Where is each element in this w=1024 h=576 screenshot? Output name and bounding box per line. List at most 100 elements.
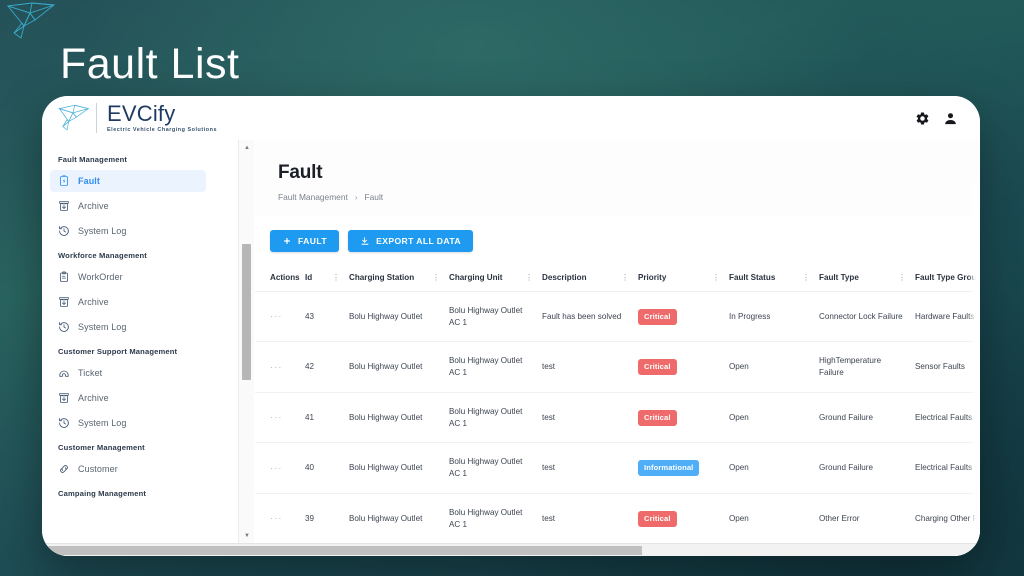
row-actions-menu-icon[interactable]: ··· <box>270 362 283 372</box>
cell-actions: ··· <box>255 492 305 544</box>
scroll-down-arrow-icon[interactable]: ▼ <box>239 529 255 543</box>
row-actions-menu-icon[interactable]: ··· <box>270 412 283 422</box>
link-chain-icon <box>60 465 68 473</box>
cell-charging-unit: Bolu Highway Outlet AC 1 <box>449 290 542 342</box>
column-resize-handle-icon[interactable]: ⋮ <box>898 273 906 282</box>
cell-id: 41 <box>305 391 349 443</box>
column-header-charging-station[interactable]: Charging Station ⋮ <box>349 269 449 292</box>
table-row[interactable]: ··· 43 Bolu Highway Outlet Bolu Highway Out… <box>255 290 980 342</box>
add-fault-button-label: FAULT <box>298 236 328 246</box>
cell-description: test <box>542 391 638 443</box>
cell-fault-status: In Progress <box>729 290 819 342</box>
cell-charging-station: Bolu Highway Outlet <box>349 492 449 544</box>
column-header-actions[interactable]: Actions <box>255 269 305 292</box>
archive-box-icon <box>59 393 69 403</box>
sidebar-item-system-log[interactable]: System Log <box>50 220 206 242</box>
sidebar-item-archive[interactable]: Archive <box>50 291 206 313</box>
sidebar-item-label: System Log <box>78 226 127 236</box>
cell-id: 43 <box>305 290 349 342</box>
sidebar-item-system-log[interactable]: System Log <box>50 316 206 338</box>
column-resize-handle-icon[interactable]: ⋮ <box>525 273 533 282</box>
row-actions-menu-icon[interactable]: ··· <box>270 311 283 321</box>
sidebar-item-label: Customer <box>78 464 118 474</box>
content-page-title: Fault <box>278 162 323 183</box>
column-header-priority[interactable]: Priority ⋮ <box>638 269 729 292</box>
column-resize-handle-icon[interactable]: ⋮ <box>712 273 720 282</box>
scroll-up-arrow-icon[interactable]: ▲ <box>239 141 255 155</box>
breadcrumb-separator-icon: › <box>354 192 358 202</box>
add-fault-button[interactable]: FAULT <box>270 230 340 252</box>
cell-charging-unit: Bolu Highway Outlet AC 1 <box>449 341 542 393</box>
status-badge: Critical <box>638 308 677 325</box>
cell-description: test <box>542 341 638 393</box>
table-header-row: Actions Id ⋮ Charging Station ⋮ Charging Unit… <box>255 269 980 292</box>
sidebar-item-customer[interactable]: Customer <box>50 458 206 480</box>
page-title: Fault List <box>60 40 240 88</box>
cell-priority: Critical <box>638 341 729 393</box>
breadcrumb-item-1[interactable]: Fault <box>365 192 384 202</box>
user-account-icon[interactable] <box>943 111 958 126</box>
column-header-description[interactable]: Description ⋮ <box>542 269 638 292</box>
export-all-data-button-label: EXPORT ALL DATA <box>376 236 461 246</box>
horizontal-scrollbar[interactable] <box>42 543 980 556</box>
cell-id: 40 <box>305 442 349 494</box>
column-resize-handle-icon[interactable]: ⋮ <box>621 273 629 282</box>
column-header-charging-unit[interactable]: Charging Unit ⋮ <box>449 269 542 292</box>
sidebar-item-fault[interactable]: Fault <box>50 170 206 192</box>
sidebar-item-label: Archive <box>78 393 109 403</box>
sidebar: Fault Management Fault Archive System Log Wo… <box>42 140 214 556</box>
cell-id: 42 <box>305 341 349 393</box>
cell-actions: ··· <box>255 442 305 494</box>
sidebar-scrollbar[interactable]: ▲ ▼ <box>238 140 254 544</box>
sidebar-item-label: Ticket <box>78 368 103 378</box>
settings-gear-icon[interactable] <box>915 111 930 126</box>
column-resize-handle-icon[interactable]: ⋮ <box>332 273 340 282</box>
sidebar-item-label: System Log <box>78 322 127 332</box>
table-row[interactable]: ··· 39 Bolu Highway Outlet Bolu Highway Out… <box>255 492 980 544</box>
sidebar-scroll-thumb[interactable] <box>242 244 251 380</box>
history-clock-icon <box>59 226 69 236</box>
column-header-fault-status[interactable]: Fault Status ⋮ <box>729 269 819 292</box>
table-row[interactable]: ··· 42 Bolu Highway Outlet Bolu Highway Out… <box>255 341 980 393</box>
sidebar-item-archive[interactable]: Archive <box>50 387 206 409</box>
origami-bird-icon <box>6 2 56 39</box>
sidebar-item-archive[interactable]: Archive <box>50 195 206 217</box>
clipboard-icon <box>60 271 68 282</box>
sidebar-item-workorder[interactable]: WorkOrder <box>50 266 206 288</box>
cell-fault-type: Ground Failure <box>819 442 915 494</box>
download-icon <box>361 237 369 245</box>
sidebar-group-title: Customer Management <box>58 443 145 452</box>
cell-fault-type-group: Electrical Faults <box>915 442 980 494</box>
column-header-fault-type[interactable]: Fault Type ⋮ <box>819 269 915 292</box>
sidebar-group-title: Campaing Management <box>58 489 147 498</box>
plus-icon <box>284 238 290 244</box>
row-actions-menu-icon[interactable]: ··· <box>270 463 283 473</box>
brand: EVCify Electric Vehicle Charging Solutio… <box>42 96 217 140</box>
row-actions-menu-icon[interactable]: ··· <box>270 513 283 523</box>
export-all-data-button[interactable]: EXPORT ALL DATA <box>348 230 473 252</box>
column-header-label: Priority <box>638 273 667 282</box>
column-resize-handle-icon[interactable]: ⋮ <box>432 273 440 282</box>
history-clock-icon <box>59 322 69 332</box>
breadcrumb-item-0[interactable]: Fault Management <box>278 192 348 202</box>
fault-table-card: FAULT EXPORT ALL DATA Actions Id ⋮ Charg… <box>255 216 980 556</box>
horizontal-scroll-thumb[interactable] <box>42 546 642 555</box>
sidebar-item-ticket[interactable]: Ticket <box>50 362 206 384</box>
fault-battery-icon <box>60 175 68 186</box>
main-content: Fault Fault Management › Fault FAULT EXP… <box>255 140 980 556</box>
column-header-fault-type-group[interactable]: Fault Type Group <box>915 269 980 292</box>
column-header-id[interactable]: Id ⋮ <box>305 269 349 292</box>
table-row[interactable]: ··· 40 Bolu Highway Outlet Bolu Highway Out… <box>255 442 980 494</box>
table-header: Actions Id ⋮ Charging Station ⋮ Charging Unit… <box>255 269 980 292</box>
column-resize-handle-icon[interactable]: ⋮ <box>802 273 810 282</box>
cell-fault-type-group: Hardware Faults <box>915 290 980 342</box>
cell-fault-type: Connector Lock Failure <box>819 290 915 342</box>
brand-tagline: Electric Vehicle Charging Solutions <box>107 126 218 133</box>
status-badge: Informational <box>638 460 700 477</box>
sidebar-group: Customer Support Management Ticket Archive… <box>42 347 214 434</box>
column-header-label: Charging Station <box>349 273 415 282</box>
table-row[interactable]: ··· 41 Bolu Highway Outlet Bolu Highway Out… <box>255 391 980 443</box>
sidebar-item-system-log[interactable]: System Log <box>50 412 206 434</box>
sidebar-item-label: WorkOrder <box>78 272 123 282</box>
cell-fault-type-group: Sensor Faults <box>915 341 980 393</box>
